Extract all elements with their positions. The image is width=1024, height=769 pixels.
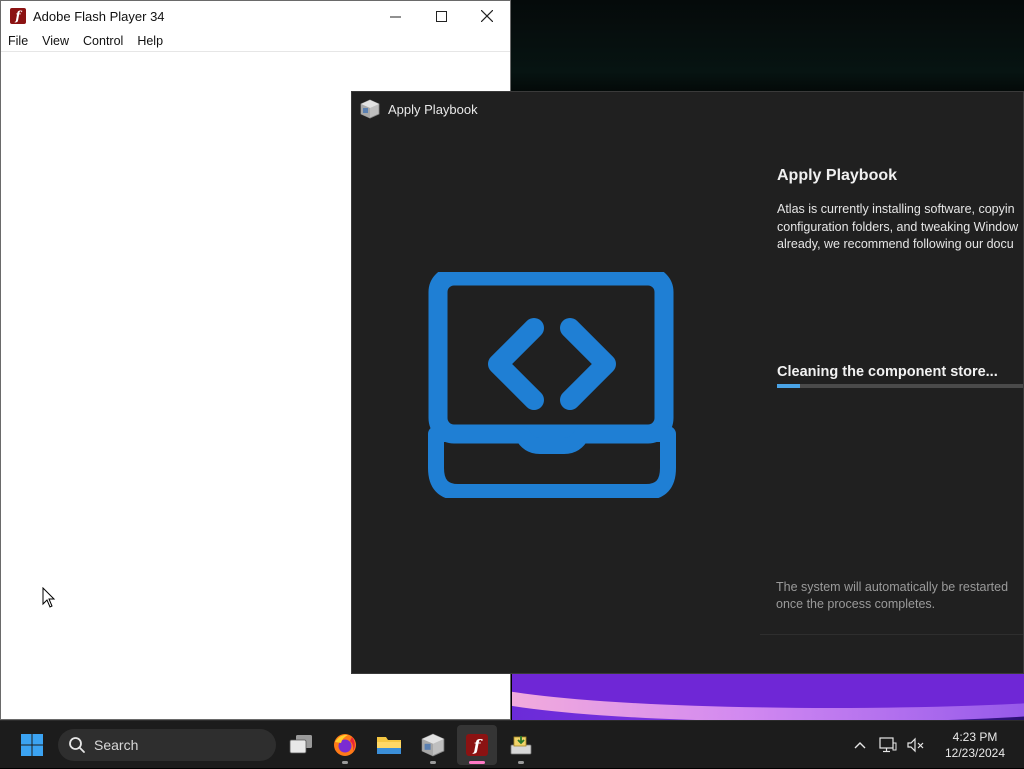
installer-icon: [510, 736, 532, 755]
taskbar-search-box[interactable]: Search: [58, 729, 276, 761]
chevron-up-icon: [854, 742, 866, 749]
taskbar-clock[interactable]: 4:23 PM 12/23/2024: [936, 729, 1014, 761]
laptop-code-icon: [428, 272, 676, 498]
taskbar-package-app[interactable]: [413, 725, 453, 765]
playbook-heading: Apply Playbook: [777, 167, 898, 184]
running-indicator: [342, 761, 348, 764]
network-icon: [879, 737, 897, 753]
menu-help[interactable]: Help: [130, 31, 170, 51]
description-line: already, we recommend following our docu: [777, 237, 1014, 251]
taskbar-firefox[interactable]: [325, 725, 365, 765]
apply-playbook-titlebar[interactable]: Apply Playbook: [352, 92, 1023, 126]
playbook-description: Atlas is currently installing software, …: [777, 201, 1023, 254]
package-icon: [421, 733, 445, 757]
taskbar-file-explorer[interactable]: [369, 725, 409, 765]
running-indicator: [430, 761, 436, 764]
menu-file[interactable]: File: [1, 31, 35, 51]
firefox-icon: [334, 734, 356, 756]
menu-view[interactable]: View: [35, 31, 76, 51]
description-line: Atlas is currently installing software, …: [777, 202, 1015, 216]
taskbar-installer[interactable]: [501, 725, 541, 765]
flash-window-title: Adobe Flash Player 34: [33, 8, 165, 24]
volume-muted-icon: [907, 737, 924, 753]
mouse-cursor-icon: [42, 587, 56, 608]
maximize-icon: [435, 10, 447, 22]
active-indicator: [469, 761, 485, 764]
minimize-icon: [389, 16, 401, 17]
folder-icon: [377, 737, 401, 754]
progress-bar-fill: [777, 384, 801, 388]
taskbar-flash-player[interactable]: f: [457, 725, 497, 765]
apply-playbook-window[interactable]: Apply Playbook Apply Playbook Atlas is c…: [351, 91, 1024, 674]
start-button[interactable]: [12, 725, 52, 765]
progress-status-text: Cleaning the component store...: [777, 364, 998, 380]
task-view-button[interactable]: [281, 725, 321, 765]
minimize-button[interactable]: [372, 1, 418, 31]
close-button[interactable]: [464, 1, 510, 31]
wallpaper-swoosh: [512, 672, 1024, 720]
system-tray: 4:23 PM 12/23/2024: [846, 721, 1024, 769]
search-icon: [69, 737, 85, 753]
apply-playbook-window-title: Apply Playbook: [388, 101, 478, 117]
search-label: Search: [94, 737, 139, 753]
network-button[interactable]: [874, 725, 902, 765]
running-indicator: [518, 761, 524, 764]
clock-time: 4:23 PM: [952, 730, 998, 744]
restart-notice: The system will automatically be restart…: [776, 580, 1009, 611]
flash-app-icon: f: [10, 8, 26, 24]
clock-date: 12/23/2024: [944, 746, 1006, 760]
description-line: configuration folders, and tweaking Wind…: [777, 219, 1019, 234]
progress-bar: [777, 384, 1023, 388]
volume-button[interactable]: [902, 725, 930, 765]
task-view-icon: [289, 735, 312, 754]
flash-menubar: File View Control Help: [1, 31, 510, 52]
flash-player-icon: f: [466, 734, 488, 756]
menu-control[interactable]: Control: [76, 31, 130, 51]
maximize-button[interactable]: [418, 1, 464, 31]
package-icon: [360, 99, 380, 119]
flash-titlebar[interactable]: f Adobe Flash Player 34: [1, 1, 510, 31]
taskbar: Search f 4:23 PM 12/23/2024: [0, 720, 1024, 768]
divider: [760, 634, 1023, 635]
close-icon: [481, 10, 493, 22]
windows-logo-icon: [21, 734, 43, 756]
show-hidden-icons-button[interactable]: [846, 725, 874, 765]
